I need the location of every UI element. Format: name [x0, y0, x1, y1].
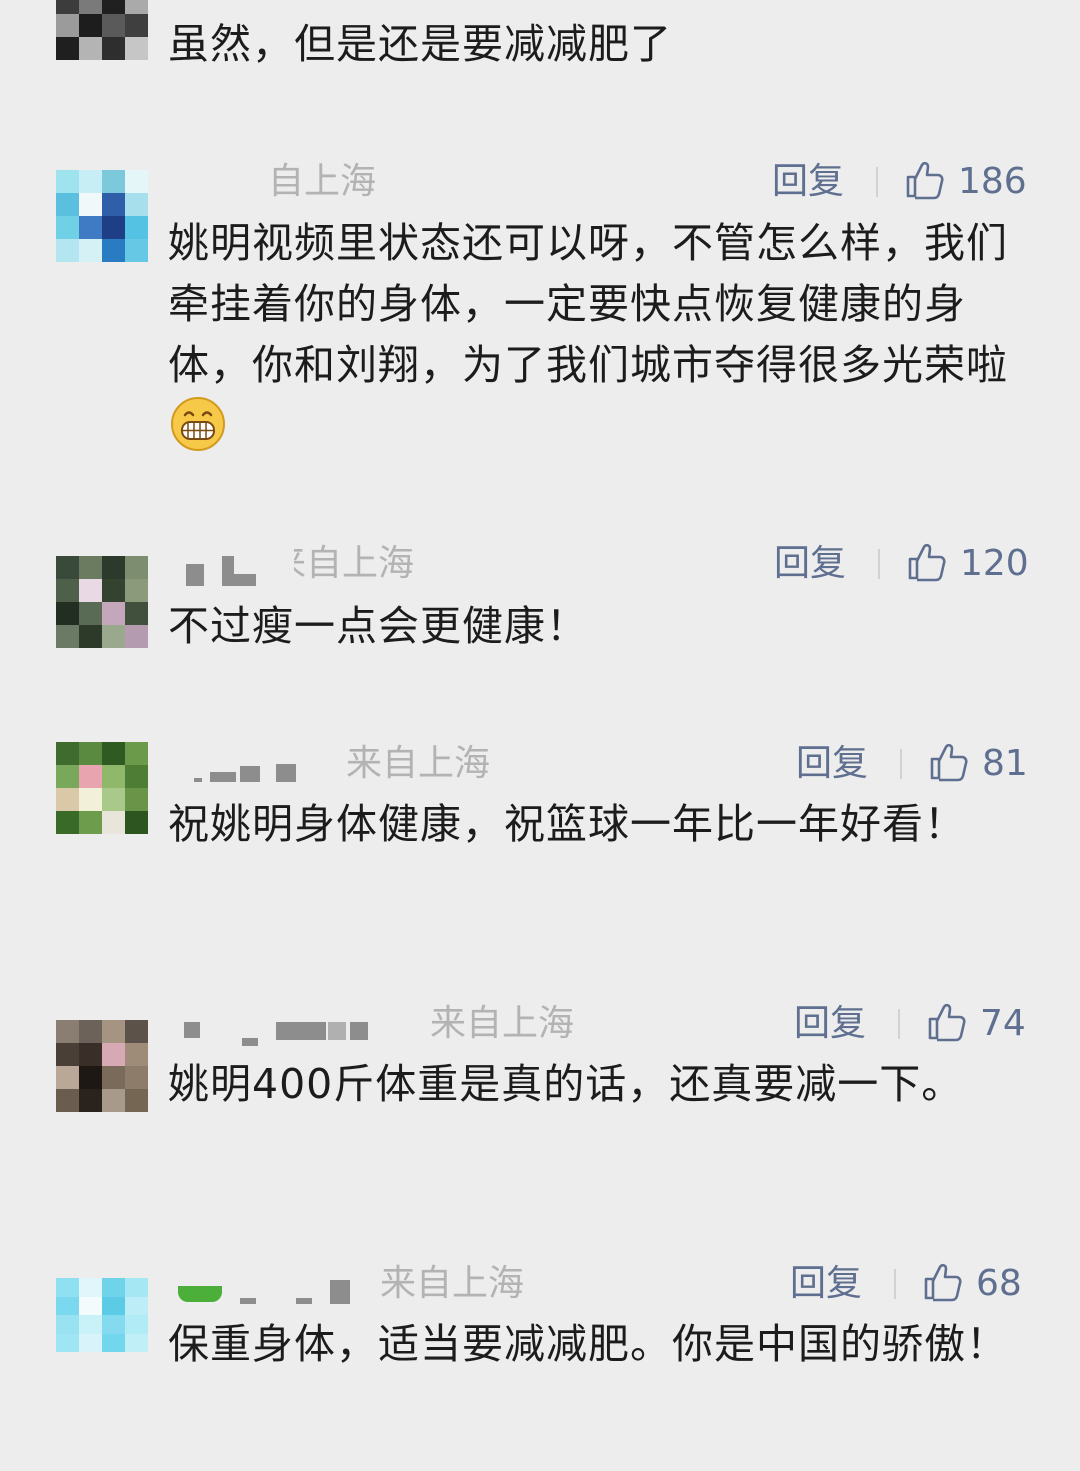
comment-location: 来自上海 — [270, 543, 415, 584]
reply-button[interactable]: 回复 — [796, 744, 868, 784]
avatar[interactable] — [56, 170, 148, 262]
like-count: 68 — [976, 1263, 1022, 1304]
username[interactable] — [170, 546, 280, 586]
comments-page: { "comments": [ { "location": "", "text"… — [0, 0, 1080, 1471]
reply-button[interactable]: 回复 — [772, 162, 844, 202]
thumbs-up-icon — [906, 542, 946, 586]
like-count: 74 — [980, 1003, 1026, 1044]
comment-location: 来自上海 — [380, 1263, 525, 1304]
comment-text: 不过瘦一点会更健康！ — [168, 602, 588, 650]
comment-location: 自上海 — [268, 161, 377, 202]
comment-text: 保重身体，适当要减减肥。你是中国的骄傲！ — [168, 1320, 1008, 1368]
thumbs-up-icon — [926, 1002, 966, 1046]
like-count: 186 — [958, 161, 1027, 202]
reply-button[interactable]: 回复 — [774, 544, 846, 584]
divider — [898, 1009, 900, 1039]
avatar[interactable] — [56, 556, 148, 648]
like-button[interactable]: 186 — [904, 162, 1027, 202]
comment-location: 来自上海 — [346, 743, 491, 784]
like-button[interactable]: 120 — [906, 544, 1029, 584]
like-button[interactable]: 74 — [926, 1004, 1026, 1044]
reply-button[interactable]: 回复 — [790, 1264, 862, 1304]
like-button[interactable]: 68 — [922, 1264, 1022, 1304]
thumbs-up-icon — [904, 160, 944, 204]
username[interactable] — [170, 162, 260, 202]
comment-text: 虽然，但是还是要减减肥了 — [168, 20, 672, 68]
like-button[interactable]: 81 — [928, 744, 1028, 784]
username[interactable] — [170, 744, 300, 784]
thumbs-up-icon — [928, 742, 968, 786]
thumbs-up-icon — [922, 1262, 962, 1306]
comment-text: 姚明视频里状态还可以呀，不管怎么样，我们牵挂着你的身体，一定要快点恢复健康的身体… — [168, 213, 1028, 459]
reply-button[interactable]: 回复 — [794, 1004, 866, 1044]
comment-text: 姚明400斤体重是真的话，还真要减一下。 — [168, 1060, 964, 1108]
like-count: 120 — [960, 543, 1029, 584]
comment-text-content: 姚明视频里状态还可以呀，不管怎么样，我们牵挂着你的身体，一定要快点恢复健康的身体… — [168, 219, 1008, 389]
divider — [900, 749, 902, 779]
divider — [876, 167, 878, 197]
username[interactable] — [170, 1266, 370, 1306]
avatar[interactable] — [56, 1278, 148, 1352]
avatar[interactable] — [56, 1020, 148, 1112]
avatar[interactable] — [56, 0, 148, 60]
grinning-face-emoji — [170, 396, 226, 452]
comment-location: 来自上海 — [430, 1003, 575, 1044]
divider — [878, 549, 880, 579]
divider — [894, 1269, 896, 1299]
comment-text: 祝姚明身体健康，祝篮球一年比一年好看！ — [168, 800, 966, 848]
username[interactable] — [170, 1004, 380, 1046]
avatar[interactable] — [56, 742, 148, 834]
like-count: 81 — [982, 743, 1028, 784]
